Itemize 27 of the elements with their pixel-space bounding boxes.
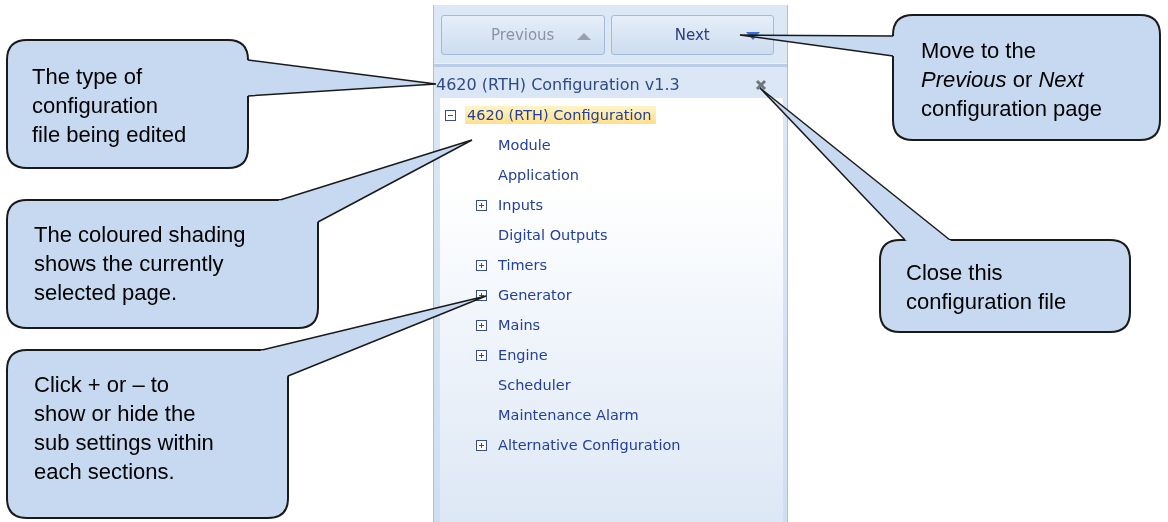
expand-icon[interactable] <box>476 349 487 361</box>
tree-item[interactable]: 4620 (RTH) Configuration <box>465 106 656 124</box>
file-title: 4620 (RTH) Configuration v1.3 <box>436 75 680 94</box>
tree-item[interactable]: Mains <box>496 316 545 334</box>
callout-text: Close this configuration file <box>906 259 1067 316</box>
collapse-icon[interactable] <box>445 109 456 121</box>
tree-item[interactable]: Digital Outputs <box>496 226 612 244</box>
callout-text: The coloured shading shows the currently selected page. <box>34 221 246 307</box>
tree-item[interactable]: Inputs <box>496 196 548 214</box>
expand-icon[interactable] <box>476 199 487 211</box>
callout-text: Move to the Previous or Next configuration page <box>921 37 1103 123</box>
close-icon[interactable] <box>755 78 767 91</box>
tree-item[interactable]: Engine <box>496 346 552 364</box>
tree-item[interactable]: Module <box>496 136 555 154</box>
tree-item[interactable]: Application <box>496 166 584 184</box>
expand-icon[interactable] <box>476 259 487 271</box>
expand-icon[interactable] <box>476 319 487 331</box>
tree-item[interactable]: Timers <box>496 256 551 274</box>
tree-item[interactable]: Generator <box>496 286 576 304</box>
callout-text: The type of configuration file being edited <box>32 63 187 149</box>
callout-text: Click + or – to show or hide the sub settings within each sections. <box>34 371 214 486</box>
tree-item[interactable]: Alternative Configuration <box>496 436 685 454</box>
tree-item[interactable]: Maintenance Alarm <box>496 406 643 424</box>
up-arrow-icon <box>575 31 592 41</box>
next-button[interactable]: Next <box>610 15 774 55</box>
expand-icon[interactable] <box>476 439 487 451</box>
tree-item[interactable]: Scheduler <box>496 376 575 394</box>
